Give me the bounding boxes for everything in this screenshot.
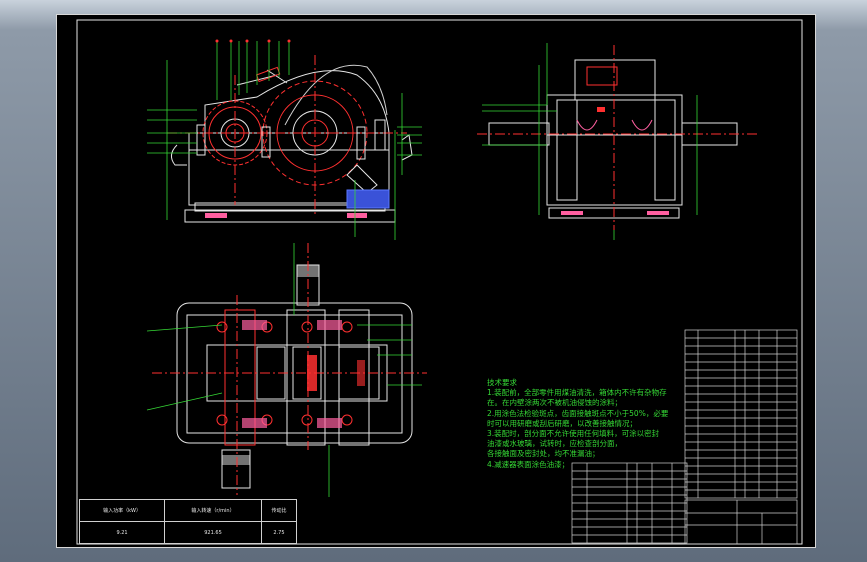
front-view bbox=[147, 39, 422, 240]
header-input-power: 输入功率（kW） bbox=[78, 499, 166, 522]
drawing-sheet: 技术要求 1.装配前，全部零件用煤油清洗，箱体内不许有杂物存 在。在内壁涂两次不… bbox=[56, 14, 816, 548]
tech-line-4: 时可以用研磨或刮后研磨，以改善接触情况； bbox=[487, 418, 637, 428]
side-view bbox=[477, 43, 757, 240]
tech-line-7: 各接触面及密封处，均不准漏油； bbox=[487, 449, 600, 459]
tech-line-2: 在。在内壁涂两次不被机油侵蚀的涂料； bbox=[487, 398, 622, 408]
header-input-speed: 输入转速（r/min） bbox=[164, 499, 262, 522]
top-view bbox=[146, 243, 427, 497]
tech-title: 技术要求 bbox=[487, 378, 517, 387]
tech-line-1: 1.装配前，全部零件用煤油清洗，箱体内不许有杂物存 bbox=[487, 388, 667, 398]
header-ratio: 传动比 bbox=[260, 499, 298, 522]
tech-line-3: 2.用涂色法检验斑点，齿面接触斑点不小于50%，必要 bbox=[487, 408, 669, 418]
value-input-power: 9.21 bbox=[78, 521, 166, 544]
value-ratio: 2.75 bbox=[260, 521, 298, 544]
performance-table: 输入功率（kW） 输入转速（r/min） 传动比 9.21 921.65 2.7… bbox=[78, 499, 298, 544]
value-input-speed: 921.65 bbox=[164, 521, 262, 544]
tech-line-5: 3.装配时，剖分面不允许使用任何填料，可涂以密封 bbox=[487, 429, 660, 439]
cad-drawing bbox=[76, 19, 803, 545]
technical-requirements: 技术要求 1.装配前，全部零件用煤油清洗，箱体内不许有杂物存 在。在内壁涂两次不… bbox=[487, 378, 668, 470]
tech-line-6: 油漆或水玻璃，试转时，应检查剖分面， bbox=[487, 439, 622, 449]
tech-line-8: 4.减速器表面涂色油漆； bbox=[487, 459, 570, 469]
inner-frame bbox=[76, 19, 803, 545]
